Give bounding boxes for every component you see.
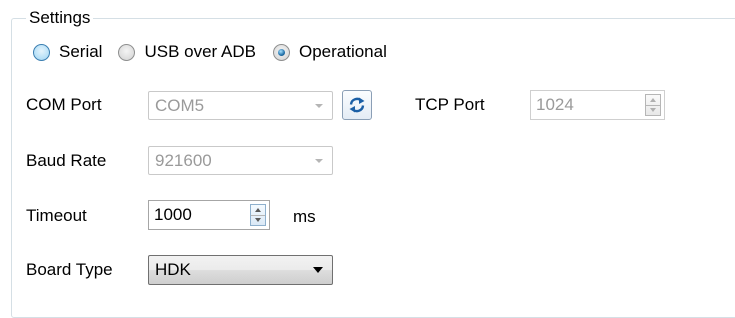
timeout-value: 1000 — [154, 205, 192, 224]
chevron-down-icon — [315, 104, 323, 108]
com-port-label: COM Port — [26, 95, 102, 114]
radio-serial-circle-icon[interactable] — [33, 43, 50, 61]
timeout-label: Timeout — [26, 206, 87, 225]
tcp-port-value: 1024 — [536, 95, 574, 114]
com-port-value: COM5 — [155, 96, 205, 115]
tcp-port-field[interactable]: 1024 — [530, 90, 665, 120]
baud-rate-dropdown[interactable]: 921600 — [148, 146, 333, 175]
radio-operational-label[interactable]: Operational — [299, 42, 387, 62]
radio-serial-label[interactable]: Serial — [59, 42, 102, 62]
spin-down-icon[interactable] — [255, 218, 261, 222]
chevron-down-icon — [315, 159, 323, 163]
tcp-port-label: TCP Port — [415, 95, 485, 114]
board-type-value: HDK — [155, 260, 191, 279]
radio-operational-circle-icon[interactable] — [272, 43, 290, 61]
refresh-icon — [349, 97, 365, 113]
radio-operational[interactable]: Operational — [272, 42, 387, 62]
baud-rate-value: 921600 — [155, 151, 212, 170]
com-port-dropdown[interactable]: COM5 — [148, 91, 333, 120]
radio-selected-dot-icon — [277, 48, 285, 56]
spin-up-icon[interactable] — [650, 98, 656, 102]
settings-group-title: Settings — [26, 8, 94, 28]
settings-groupbox — [11, 18, 735, 318]
spin-up-icon[interactable] — [255, 208, 261, 212]
radio-usb-over-adb-circle-icon[interactable] — [118, 43, 136, 61]
board-type-dropdown[interactable]: HDK — [148, 255, 333, 285]
radio-usb-over-adb[interactable]: USB over ADB — [118, 42, 256, 62]
radio-usb-over-adb-label[interactable]: USB over ADB — [144, 42, 256, 62]
connection-mode-radio-group: Serial USB over ADB Operational — [33, 41, 387, 63]
spin-down-icon[interactable] — [650, 108, 656, 112]
timeout-field[interactable]: 1000 — [148, 200, 270, 230]
chevron-down-icon — [313, 267, 323, 273]
timeout-spinner[interactable] — [250, 204, 266, 226]
timeout-unit-label: ms — [293, 207, 316, 226]
refresh-ports-button[interactable] — [342, 90, 372, 120]
board-type-label: Board Type — [26, 260, 113, 279]
radio-serial[interactable]: Serial — [33, 42, 102, 62]
tcp-port-spinner[interactable] — [645, 94, 661, 116]
baud-rate-label: Baud Rate — [26, 151, 107, 170]
